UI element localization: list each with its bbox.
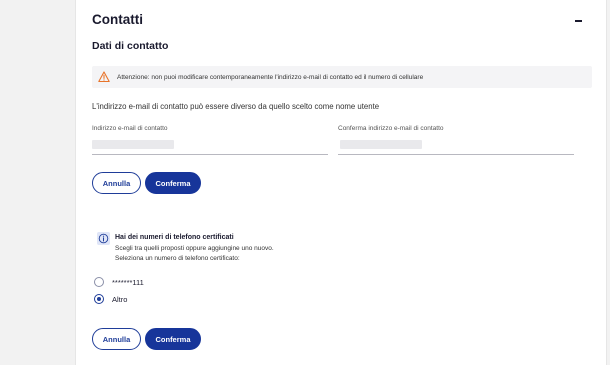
email-info-text: L'indirizzo e-mail di contatto può esser… [92, 102, 380, 111]
confirm-email-field-label: Conferma indirizzo e-mail di contatto [338, 125, 444, 132]
email-field-label: Indirizzo e-mail di contatto [92, 125, 168, 132]
confirm-email-field-group: Conferma indirizzo e-mail di contatto [338, 125, 574, 155]
warning-banner: Attenzione: non puoi modificare contempo… [92, 66, 592, 88]
radio-label: Altro [112, 294, 128, 304]
redacted-value [340, 140, 422, 149]
radio-button[interactable] [94, 277, 104, 287]
warning-triangle-icon [98, 71, 110, 83]
contact-data-subtitle: Dati di contatto [92, 40, 169, 52]
redacted-value [92, 140, 174, 149]
radio-button[interactable] [94, 294, 104, 304]
email-field-group: Indirizzo e-mail di contatto [92, 125, 328, 155]
radio-option-other[interactable]: Altro [94, 294, 127, 304]
collapse-icon[interactable] [572, 12, 586, 26]
confirm-button[interactable]: Conferma [145, 172, 201, 194]
info-icon [97, 232, 110, 245]
cancel-button[interactable]: Annulla [92, 328, 141, 350]
certified-title: Hai dei numeri di telefono certificati [115, 234, 234, 241]
confirm-button[interactable]: Conferma [145, 328, 201, 350]
radio-label: *******111 [112, 277, 144, 287]
certified-numbers-panel: Hai dei numeri di telefono certificati S… [92, 227, 352, 267]
confirm-email-field[interactable] [338, 136, 574, 155]
contacts-card: Contatti Dati di contatto Attenzione: no… [75, 0, 607, 365]
section-title: Contatti [92, 12, 143, 27]
certified-instruction: Seleziona un numero di telefono certific… [115, 255, 240, 262]
certified-description: Scegli tra quelli proposti oppure aggiun… [115, 245, 274, 252]
radio-option-number[interactable]: *******111 [94, 277, 144, 287]
warning-text: Attenzione: non puoi modificare contempo… [117, 73, 424, 81]
cancel-button[interactable]: Annulla [92, 172, 141, 194]
email-field[interactable] [92, 136, 328, 155]
